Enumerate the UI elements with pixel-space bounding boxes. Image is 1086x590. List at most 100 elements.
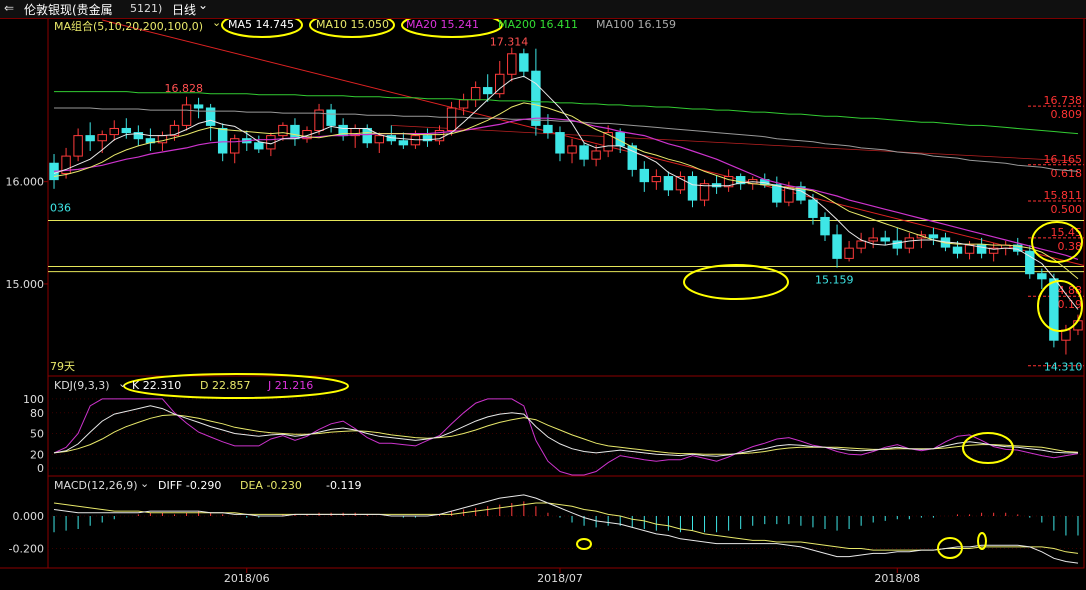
candle-body [410, 135, 421, 146]
kdj-d-label: D 22.857 [200, 379, 251, 392]
candle-body [772, 184, 782, 203]
trendline-secondary [391, 125, 1078, 162]
cursor-price-label: 036 [50, 202, 71, 215]
candle-body [639, 168, 650, 183]
candle-body [591, 150, 601, 160]
x-tick-label: 2018/07 [537, 572, 583, 585]
low-label: 14.310 [1044, 361, 1083, 374]
fib-ratio-label: 0.618 [1051, 167, 1083, 180]
candle-body [543, 124, 553, 134]
ma10-label: MA10 15.050 [316, 18, 389, 31]
ma100-label: MA100 16.159 [596, 18, 676, 31]
candle-body [193, 104, 204, 109]
kdj-k-label: K 22.310 [132, 379, 182, 392]
macd-title[interactable]: MACD(12,26,9) [54, 479, 138, 492]
kdj-k-line [53, 405, 1078, 457]
kdj-j-label: J 21.216 [268, 379, 314, 392]
candle-body [555, 132, 565, 154]
candle-body [808, 199, 818, 218]
candle-body [470, 87, 481, 101]
candle-body [928, 234, 939, 239]
kdj-title[interactable]: KDJ(9,3,3) [54, 379, 110, 392]
kdj-chevron-icon[interactable]: ⌄ [118, 377, 127, 390]
candle-body [519, 53, 529, 72]
candle-body [446, 107, 457, 132]
candle-body [663, 176, 674, 191]
macd-tick-label: 0.000 [13, 510, 45, 523]
chart-canvas: 16.000 15.000 16.7380.809 16.1650.618 15.811… [0, 12, 1085, 585]
high-label: 16.828 [165, 82, 204, 95]
candle-body [1037, 273, 1047, 280]
bar-count-label: 79天 [50, 360, 75, 373]
candle-body [579, 145, 589, 160]
kdj-cross-highlight-ellipse [962, 432, 1014, 464]
candle-body [230, 138, 240, 154]
candle-body [97, 134, 107, 142]
candle-body [374, 135, 384, 144]
candle-body [85, 135, 95, 142]
candle-body [278, 124, 288, 137]
ma-group-chevron-icon[interactable]: ⌄ [212, 16, 221, 29]
x-tick-label: 2018/08 [874, 572, 920, 585]
ma20-label: MA20 15.241 [406, 18, 479, 31]
chevron-down-icon[interactable]: ⌄ [198, 0, 208, 12]
candle-body [832, 234, 842, 259]
candle-body [254, 142, 264, 150]
ma5-label: MA5 14.745 [228, 18, 294, 31]
fib-price-label: 15.811 [1044, 189, 1083, 202]
candle-body [109, 127, 119, 136]
candle-body [531, 70, 541, 126]
back-icon[interactable]: ⇐ [4, 1, 14, 15]
kdj-tick-label: 100 [23, 393, 44, 406]
candle-body [868, 237, 878, 242]
x-tick-label: 2018/06 [224, 572, 270, 585]
candle-body [326, 109, 336, 126]
candle-body [482, 87, 493, 95]
candle-body [964, 244, 975, 254]
fib-ratio-label: 0.500 [1051, 203, 1083, 216]
candle-body [856, 240, 866, 249]
candle-body [844, 247, 854, 259]
kdj-j-line [53, 398, 1079, 476]
macd-tick-label: -0.200 [9, 543, 44, 556]
peak-label: 17.314 [490, 36, 529, 49]
kdj-tick-label: 0 [37, 462, 44, 475]
candle-body [904, 237, 915, 249]
macd-chevron-icon[interactable]: ⌄ [140, 477, 149, 490]
fib-price-label: 15.45 [1051, 226, 1083, 239]
kdj-tick-label: 20 [30, 448, 44, 461]
macd-highlight-ellipse [576, 538, 592, 550]
fib-price-label: 16.738 [1044, 94, 1083, 107]
candle-body [880, 237, 890, 242]
macd-diff-label: DIFF -0.290 [158, 479, 222, 492]
ma200-label: MA200 16.411 [498, 18, 578, 31]
candle-body [458, 99, 469, 109]
fib-ratio-label: 0.19 [1058, 298, 1083, 311]
kdj-d-line [53, 414, 1079, 455]
instrument-title: 伦敦银现(贵金属 [24, 3, 113, 17]
candle-body [952, 246, 963, 254]
candle-body [290, 124, 300, 140]
candle-body [181, 104, 192, 126]
price-tick-label: 16.000 [6, 176, 45, 189]
candle-body [567, 145, 577, 154]
candle-body [73, 135, 83, 157]
candle-body [121, 127, 132, 134]
kdj-tick-label: 50 [30, 428, 44, 441]
ma10-line [53, 102, 1079, 280]
support-highlight-ellipse [683, 264, 789, 300]
ma-group-label[interactable]: MA组合(5,10,20,200,100,0) [54, 18, 203, 34]
instrument-code: 5121) [130, 2, 163, 15]
candle-body [651, 176, 662, 183]
candle-body [362, 127, 372, 144]
macd-value-label: -0.119 [326, 479, 362, 492]
fib-price-label: 16.165 [1044, 153, 1083, 166]
window-header: ⇐ 伦敦银现(贵金属 5121) 日线 ⌄ [0, 0, 1086, 19]
low-label: 15.159 [815, 274, 854, 287]
price-tick-label: 15.000 [6, 278, 45, 291]
period-selector[interactable]: 日线 [172, 1, 196, 18]
candle-body [398, 140, 409, 146]
candle-body [507, 53, 517, 75]
candle-body [217, 127, 228, 154]
candle-body [687, 176, 698, 201]
